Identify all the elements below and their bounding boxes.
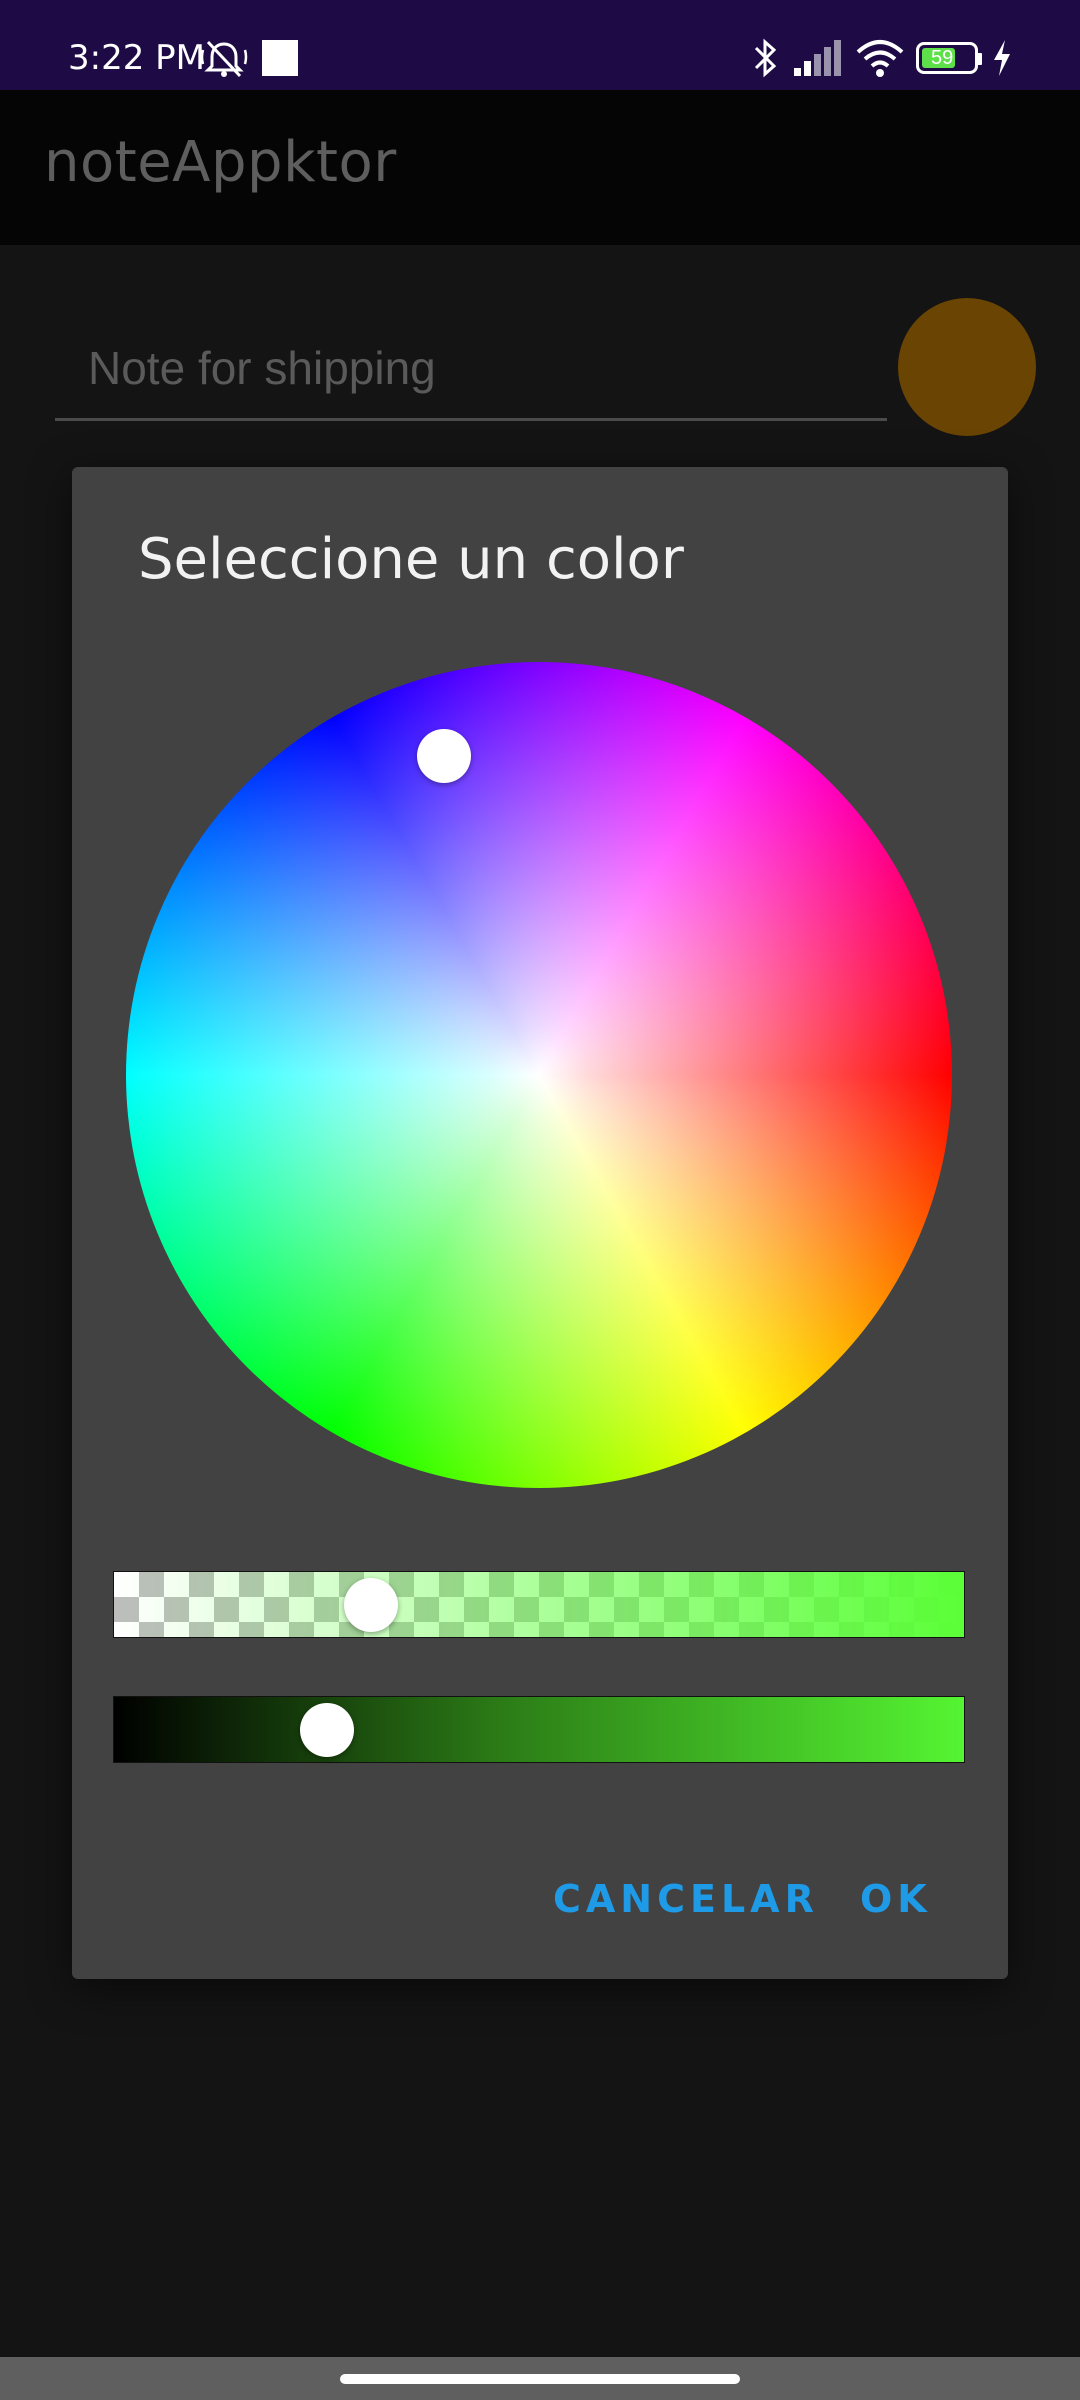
brightness-slider-handle[interactable] (300, 1703, 354, 1757)
app-title: noteAppktor (44, 130, 397, 195)
note-input[interactable]: Note for shipping (55, 325, 887, 421)
status-time: 3:22 PM (68, 38, 205, 78)
battery-icon: 59 (916, 42, 982, 74)
brightness-slider[interactable] (113, 1696, 965, 1763)
signal-icon (794, 40, 841, 76)
wifi-icon (856, 40, 904, 77)
battery-level: 59 (931, 47, 954, 69)
navigation-bar (0, 2357, 1080, 2400)
notification-square-icon (262, 40, 298, 76)
cancel-button[interactable]: CANCELAR (553, 1877, 819, 1921)
mute-bell-icon (200, 40, 248, 78)
home-gesture-handle[interactable] (340, 2374, 740, 2384)
app-bar: noteAppktor (0, 90, 1080, 245)
ok-button[interactable]: OK (860, 1877, 932, 1921)
color-swatch-button[interactable] (898, 298, 1036, 436)
status-bar: 3:22 PM 59 (0, 0, 1080, 90)
dialog-title: Seleccione un color (138, 527, 684, 592)
color-wheel[interactable] (126, 662, 952, 1488)
alpha-slider[interactable] (113, 1571, 965, 1638)
bluetooth-icon (754, 38, 777, 78)
color-wheel-handle[interactable] (417, 729, 471, 783)
charging-icon (994, 40, 1010, 76)
alpha-slider-handle[interactable] (344, 1578, 398, 1632)
color-picker-dialog: Seleccione un color CANCELAR OK (72, 467, 1008, 1979)
note-input-placeholder: Note for shipping (88, 342, 436, 394)
